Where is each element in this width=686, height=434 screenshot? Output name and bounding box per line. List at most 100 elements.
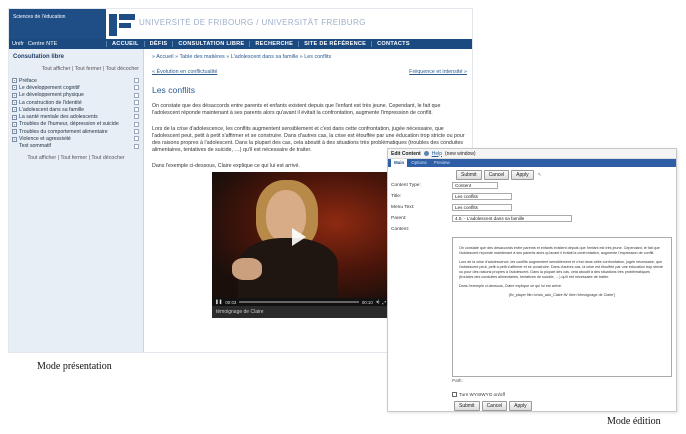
site-header: Sciences de l'éducation UNIVERSITÉ DE FR…	[9, 9, 472, 39]
volume-icon[interactable]: ◂)	[376, 299, 380, 305]
sidebar-checkbox[interactable]	[134, 99, 139, 105]
sidebar-item-sante-mentale[interactable]: + La santé mentale des adolescents	[9, 113, 143, 120]
page-title: Les conflits	[152, 85, 195, 95]
sidebar-item-label: Le développement physique	[19, 92, 84, 99]
sidebar-item-label: Test sommatif	[19, 143, 51, 150]
wysiwyg-label: Turn WYSIWYG on/off	[459, 392, 505, 397]
sidebar-checkbox[interactable]	[134, 143, 139, 149]
sidebar-item-preface[interactable]: + Préface	[9, 77, 143, 84]
video-controls: ❚❚ 00:03 00:10 ◂) ⤢	[212, 298, 389, 306]
caption-edition: Mode édition	[607, 416, 661, 427]
sidebar-item-humeur[interactable]: + Troubles de l'humeur, dépression et sui…	[9, 121, 143, 128]
expand-icon[interactable]: +	[12, 78, 17, 84]
faculty-brand[interactable]: Sciences de l'éducation	[9, 9, 106, 39]
nav-site-reference[interactable]: SITE DE RÉFÉRENCE	[298, 41, 371, 47]
field-menu-text: Menu Text: Les conflits	[388, 202, 676, 213]
field-parent: Parent: 4.5. - L'adolescent dans sa fami…	[388, 213, 676, 224]
field-label: Menu Text:	[391, 205, 415, 210]
expand-icon[interactable]: +	[12, 121, 17, 127]
sidebar-item-famille[interactable]: + L'adolescent dans sa famille	[9, 106, 143, 113]
apply-button[interactable]: Apply	[511, 170, 534, 180]
apply-button-bottom[interactable]: Apply	[509, 401, 532, 411]
editor-video-tag: {flv_player file='crisis_ado_Claire.flv'…	[508, 293, 616, 297]
expand-icon[interactable]: +	[12, 92, 17, 98]
edit-header-title: Edit Content	[391, 150, 421, 157]
video-player[interactable]	[212, 172, 389, 298]
sidebar-checkbox[interactable]	[134, 85, 139, 91]
help-icon[interactable]	[423, 151, 429, 156]
field-content-type: Content Type: Content	[388, 180, 676, 191]
button-row-bottom: Submit Cancel Apply	[454, 401, 532, 411]
parent-select[interactable]: 4.5. - L'adolescent dans sa famille	[452, 215, 572, 222]
sidebar-item-label: Le développement cognitif	[19, 84, 80, 91]
field-label: Content:	[391, 227, 410, 232]
sidebar-item-test[interactable]: Test sommatif	[9, 143, 143, 150]
expand-icon[interactable]: +	[12, 100, 17, 106]
tab-options[interactable]: Options	[408, 159, 430, 167]
wysiwyg-editor[interactable]: On constate que des désaccords entre par…	[452, 237, 672, 377]
expand-icon[interactable]: +	[12, 129, 17, 135]
expand-icon[interactable]: +	[12, 136, 17, 142]
video-current-time: 00:03	[225, 299, 237, 305]
nav-accueil[interactable]: ACCUEIL	[106, 41, 144, 47]
sidebar-checkbox[interactable]	[134, 136, 139, 142]
submit-button-bottom[interactable]: Submit	[454, 401, 480, 411]
expand-icon[interactable]: +	[12, 114, 17, 120]
sidebar-item-cognitif[interactable]: + Le développement cognitif	[9, 84, 143, 91]
field-label: Content Type:	[391, 183, 421, 188]
cancel-button[interactable]: Cancel	[483, 170, 510, 180]
paragraph: On constate que des désaccords entre par…	[152, 103, 441, 117]
editor-paragraph: On constate que des désaccords entre par…	[459, 246, 660, 255]
nav-defis[interactable]: DÉFIS	[143, 41, 173, 47]
sidebar-checkbox[interactable]	[134, 92, 139, 98]
sidebar-item-label: Préface	[19, 77, 37, 84]
content-type-select[interactable]: Content	[452, 182, 498, 189]
sidebar-item-identite[interactable]: + La construction de l'identité	[9, 99, 143, 106]
university-logo-icon[interactable]	[107, 12, 137, 38]
editor-path: Path:	[452, 378, 463, 383]
sidebar-tools-top[interactable]: Tout afficher | Tout fermer | Tout décoc…	[9, 63, 143, 77]
sidebar-item-alimentaire[interactable]: + Troubles du comportement alimentaire	[9, 128, 143, 135]
submit-button[interactable]: Submit	[456, 170, 482, 180]
prev-page-link[interactable]: « Évolution en conflictualité	[152, 69, 217, 75]
sidebar-checkbox[interactable]	[134, 129, 139, 135]
sidebar-tools-bottom[interactable]: Tout afficher | Tout fermer | Tout décoc…	[9, 150, 143, 166]
sidebar-checkbox[interactable]	[134, 121, 139, 127]
sidebar-checkbox[interactable]	[134, 78, 139, 83]
sidebar-item-violence[interactable]: + Violence et agressivité	[9, 135, 143, 142]
field-label: Parent:	[391, 216, 407, 221]
nav-contacts[interactable]: CONTACTS	[371, 41, 415, 47]
next-page-link[interactable]: Fréquence et intensité »	[409, 69, 467, 75]
nav-centre-nte[interactable]: Centre NTE	[28, 41, 58, 47]
title-input[interactable]: Les conflits	[452, 193, 512, 200]
expand-icon[interactable]: +	[12, 85, 17, 91]
fullscreen-icon[interactable]: ⤢	[382, 300, 386, 305]
new-window-link[interactable]: (new window)	[445, 151, 476, 157]
sidebar-checkbox[interactable]	[134, 107, 139, 113]
tab-main[interactable]: Main	[391, 159, 408, 167]
menu-text-input[interactable]: Les conflits	[452, 204, 512, 211]
video-duration: 00:10	[361, 299, 373, 305]
help-link[interactable]: Help	[432, 151, 442, 157]
video-progress-bar[interactable]	[239, 301, 359, 303]
nav-unifr[interactable]: Unifr	[12, 41, 24, 47]
faculty-name: Sciences de l'éducation	[13, 14, 66, 20]
sidebar-checkbox[interactable]	[134, 114, 139, 120]
expand-icon[interactable]: +	[12, 107, 17, 113]
nav-recherche[interactable]: RECHERCHE	[249, 41, 298, 47]
pause-icon[interactable]: ❚❚	[215, 299, 222, 305]
caption-presentation: Mode présentation	[37, 361, 112, 372]
sidebar-item-physique[interactable]: + Le développement physique	[9, 92, 143, 99]
wysiwyg-checkbox[interactable]	[452, 392, 457, 397]
sidebar-item-label: L'adolescent dans sa famille	[19, 106, 85, 113]
university-name: UNIVERSITÉ DE FRIBOURG / UNIVERSITÄT FRE…	[139, 18, 366, 27]
cancel-button-bottom[interactable]: Cancel	[481, 401, 508, 411]
sidebar-item-label: Troubles du comportement alimentaire	[19, 128, 108, 135]
lock-icon[interactable]: ↖	[538, 172, 542, 178]
tab-preview[interactable]: Preview	[431, 159, 453, 167]
wysiwyg-toggle[interactable]: Turn WYSIWYG on/off	[452, 392, 505, 397]
play-icon[interactable]	[292, 228, 306, 246]
nav-consultation-libre[interactable]: CONSULTATION LIBRE	[172, 41, 249, 47]
breadcrumb[interactable]: » Accueil » Table des matières » L'adole…	[152, 54, 467, 60]
edit-tabs: Main Options Preview	[388, 159, 676, 167]
